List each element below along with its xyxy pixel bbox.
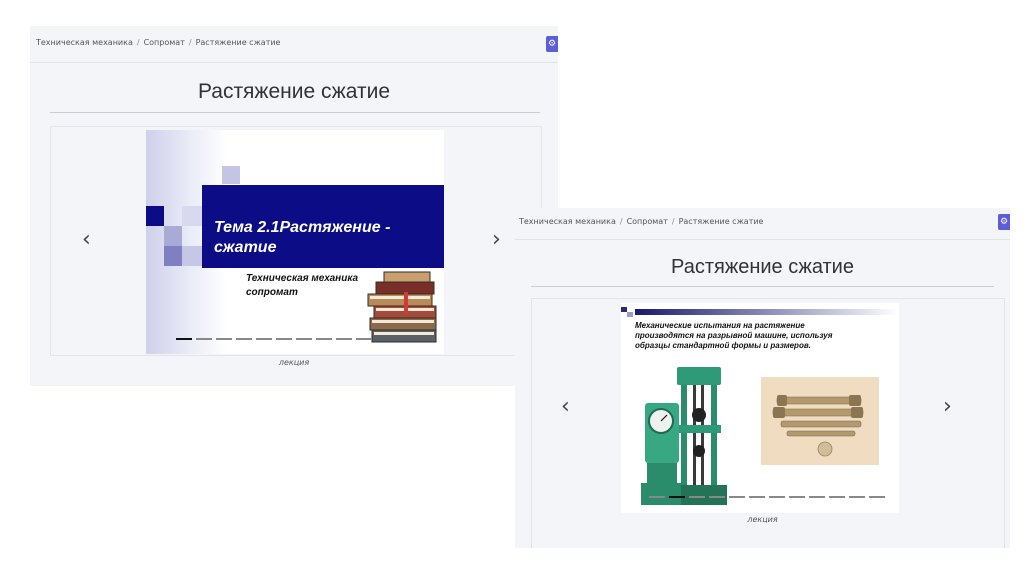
settings-button[interactable]: ⚙: [998, 214, 1010, 230]
decor-square: [164, 226, 182, 246]
slide-subtitle: Техническая механика сопромат: [246, 273, 359, 298]
slide-caption: лекция: [278, 358, 310, 367]
decor-square: [182, 206, 202, 226]
header-divider: [515, 239, 1010, 240]
breadcrumb-item-current: Растяжение сжатие: [678, 217, 764, 226]
gear-icon: ⚙: [999, 217, 1009, 227]
carousel-next-button[interactable]: ›: [943, 396, 952, 418]
breadcrumb: Техническая механика / Сопромат / Растяжение…: [36, 38, 281, 47]
header-divider: [30, 62, 558, 63]
chevron-left-icon: ‹: [561, 394, 570, 419]
course-page-window: Техническая механика / Сопромат / Растяжение…: [515, 208, 1010, 548]
title-divider: [50, 112, 540, 113]
slide-caption: лекция: [747, 515, 778, 524]
page-title: Растяжение сжатие: [671, 256, 854, 278]
breadcrumb-item[interactable]: Сопромат: [144, 38, 185, 47]
gear-icon: ⚙: [547, 39, 557, 49]
stack-of-books-icon: [367, 271, 437, 343]
page-title: Растяжение сжатие: [197, 80, 391, 103]
chevron-right-icon: ›: [492, 227, 501, 252]
settings-button[interactable]: ⚙: [546, 36, 558, 52]
carousel-slide-1[interactable]: Тема 2.1Растяжение - сжатие Техническая …: [146, 130, 444, 354]
slide-dash-line: [649, 496, 885, 498]
decor-square: [164, 246, 182, 266]
carousel-prev-button[interactable]: ‹: [82, 229, 91, 251]
slide-title: Тема 2.1Растяжение - сжатие: [214, 219, 391, 256]
chevron-right-icon: ›: [943, 394, 952, 419]
breadcrumb-item[interactable]: Техническая механика: [36, 38, 133, 47]
breadcrumb: Техническая механика / Сопромат / Растяжение…: [519, 217, 764, 226]
carousel-slide-2[interactable]: Механические испытания на растяжение про…: [621, 303, 899, 513]
breadcrumb-item[interactable]: Техническая механика: [519, 217, 616, 226]
decor-square: [146, 206, 164, 226]
title-divider: [531, 286, 994, 287]
breadcrumb-item-current: Растяжение сжатие: [195, 38, 281, 47]
decor-square: [182, 246, 202, 266]
carousel-prev-button[interactable]: ‹: [561, 396, 570, 418]
test-specimens-photo: [761, 377, 879, 465]
decor-square: [222, 166, 240, 184]
slide-header-bar: [621, 307, 899, 317]
carousel-next-button[interactable]: ›: [492, 229, 501, 251]
slide-body-text: Механические испытания на растяжение про…: [635, 321, 833, 350]
breadcrumb-item[interactable]: Сопромат: [627, 217, 668, 226]
tensile-testing-machine-icon: [641, 367, 727, 505]
chevron-left-icon: ‹: [82, 227, 91, 252]
slide-dash-line: [176, 338, 372, 340]
course-page-window: Техническая механика / Сопромат / Растяжение…: [30, 26, 558, 386]
